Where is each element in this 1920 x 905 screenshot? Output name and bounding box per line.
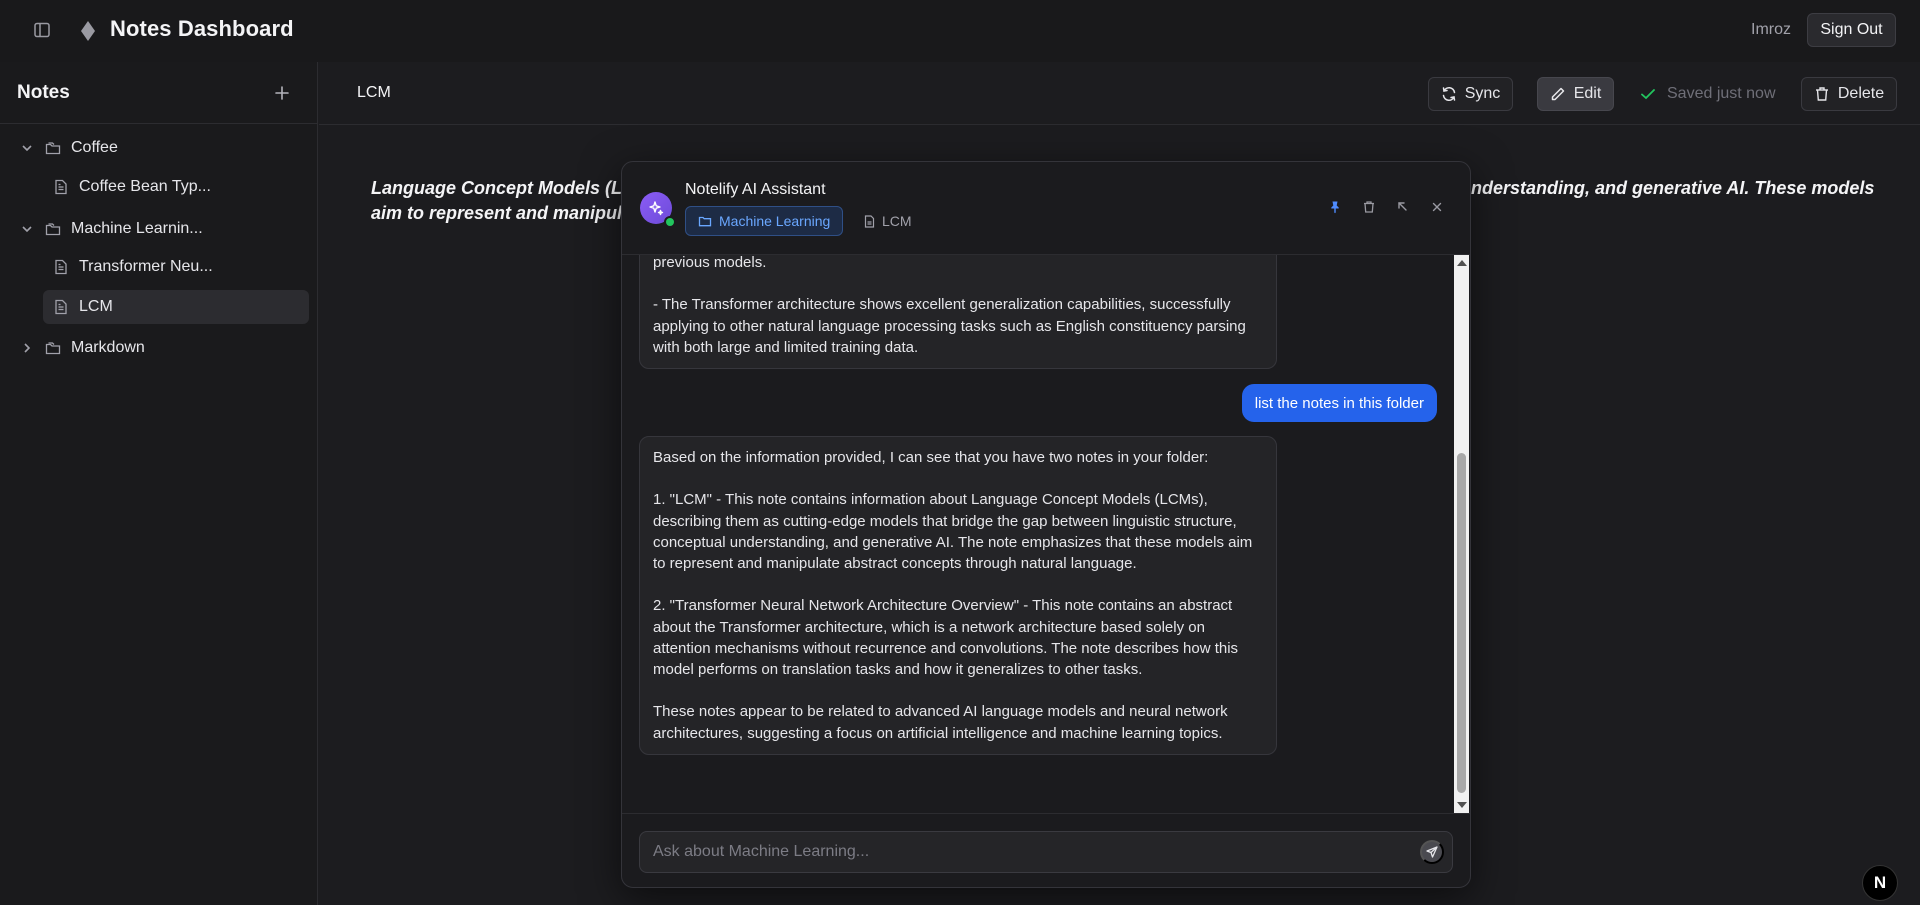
assistant-footer	[622, 813, 1470, 887]
chevron-down-icon[interactable]	[20, 141, 34, 155]
app-title: Notes Dashboard	[110, 16, 294, 41]
assistant-header: Notelify AI Assistant Machine Learning L…	[622, 162, 1470, 255]
online-status-dot	[664, 216, 676, 228]
panel-left-icon[interactable]	[33, 21, 51, 39]
message-paragraph: - The Transformer architecture shows exc…	[653, 296, 1246, 356]
pencil-icon	[1550, 86, 1566, 102]
note-transformer[interactable]: Transformer Neu...	[43, 250, 309, 284]
note-label: LCM	[79, 298, 113, 315]
chat-input[interactable]	[639, 831, 1453, 873]
context-note-label: LCM	[882, 213, 912, 229]
edit-button[interactable]: Edit	[1537, 77, 1614, 111]
note-coffee-bean-types[interactable]: Coffee Bean Typ...	[43, 170, 309, 204]
save-status: Saved just now	[1639, 85, 1776, 103]
chevron-down-icon[interactable]	[20, 222, 34, 236]
send-icon	[1426, 846, 1438, 858]
folder-open-icon	[698, 214, 712, 228]
folder-label: Coffee	[71, 139, 118, 156]
folder-icon	[45, 340, 61, 356]
dev-tools-badge[interactable]: N	[1862, 865, 1898, 901]
sidebar: Notes Coffee Coffee Bean Typ... Machine …	[0, 62, 318, 905]
file-text-icon	[53, 299, 69, 315]
check-icon	[1639, 85, 1657, 103]
folder-label: Machine Learnin...	[71, 220, 203, 237]
pin-icon[interactable]	[1328, 200, 1342, 214]
edit-label: Edit	[1573, 85, 1602, 102]
message-paragraph: 2. "Transformer Neural Network Architect…	[653, 597, 1239, 678]
trash-icon[interactable]	[1362, 200, 1376, 214]
folder-icon	[45, 140, 61, 156]
scroll-up-arrow[interactable]	[1457, 260, 1467, 266]
chevron-right-icon[interactable]	[20, 341, 34, 355]
scroll-thumb[interactable]	[1457, 453, 1466, 793]
ai-assistant-panel: Notelify AI Assistant Machine Learning L…	[621, 161, 1471, 888]
note-toolbar: LCM Sync Edit Saved just now Delete	[319, 62, 1920, 125]
context-folder-label: Machine Learning	[719, 213, 831, 229]
file-text-icon	[863, 214, 876, 228]
minimize-icon[interactable]	[1396, 200, 1410, 214]
chat-messages[interactable]: previous models. - The Transformer archi…	[622, 255, 1470, 813]
delete-button[interactable]: Delete	[1801, 77, 1897, 111]
folder-label: Markdown	[71, 339, 145, 356]
message-paragraph: 1. "LCM" - This note contains informatio…	[653, 491, 1253, 572]
message-paragraph: Based on the information provided, I can…	[653, 449, 1209, 466]
file-text-icon	[53, 259, 69, 275]
user-message: list the notes in this folder	[1241, 384, 1437, 422]
sidebar-header: Notes	[0, 62, 318, 124]
plus-icon[interactable]	[274, 85, 290, 101]
assistant-title: Notelify AI Assistant	[685, 181, 826, 198]
context-folder-chip[interactable]: Machine Learning	[685, 206, 844, 236]
note-text-line-2-left: aim to represent and manipula	[371, 203, 633, 223]
close-icon[interactable]	[1430, 200, 1444, 214]
delete-label: Delete	[1837, 85, 1885, 102]
sign-out-button[interactable]: Sign Out	[1807, 13, 1896, 47]
send-button[interactable]	[1420, 840, 1444, 864]
refresh-icon	[1441, 86, 1457, 102]
note-text-line-1-left: Language Concept Models (LC	[371, 178, 636, 198]
context-note-chip[interactable]: LCM	[863, 206, 912, 236]
folder-coffee[interactable]: Coffee	[20, 131, 310, 165]
trash-icon	[1814, 86, 1830, 102]
saved-label: Saved just now	[1667, 85, 1776, 102]
sync-label: Sync	[1464, 85, 1501, 102]
message-paragraph: previous models.	[653, 255, 767, 271]
ai-message: Based on the information provided, I can…	[639, 436, 1277, 755]
chat-scrollbar[interactable]	[1454, 255, 1469, 813]
diamond-logo-icon	[80, 21, 96, 41]
sidebar-title: Notes	[17, 82, 70, 103]
username: Imroz	[1751, 21, 1791, 38]
ai-message: previous models. - The Transformer archi…	[639, 255, 1277, 369]
top-bar: Notes Dashboard Imroz Sign Out	[0, 0, 1920, 62]
scroll-down-arrow[interactable]	[1457, 802, 1467, 808]
folder-icon	[45, 221, 61, 237]
note-label: Coffee Bean Typ...	[79, 178, 211, 195]
sync-button[interactable]: Sync	[1428, 77, 1513, 111]
message-paragraph: These notes appear to be related to adva…	[653, 703, 1228, 742]
note-text-line-1-right: nderstanding, and generative AI. These m…	[1471, 178, 1875, 198]
note-title: LCM	[357, 84, 391, 101]
file-text-icon	[53, 179, 69, 195]
note-label: Transformer Neu...	[79, 258, 213, 275]
note-lcm[interactable]: LCM	[43, 290, 309, 324]
folder-markdown[interactable]: Markdown	[20, 331, 310, 365]
folder-machine-learning[interactable]: Machine Learnin...	[20, 212, 310, 246]
